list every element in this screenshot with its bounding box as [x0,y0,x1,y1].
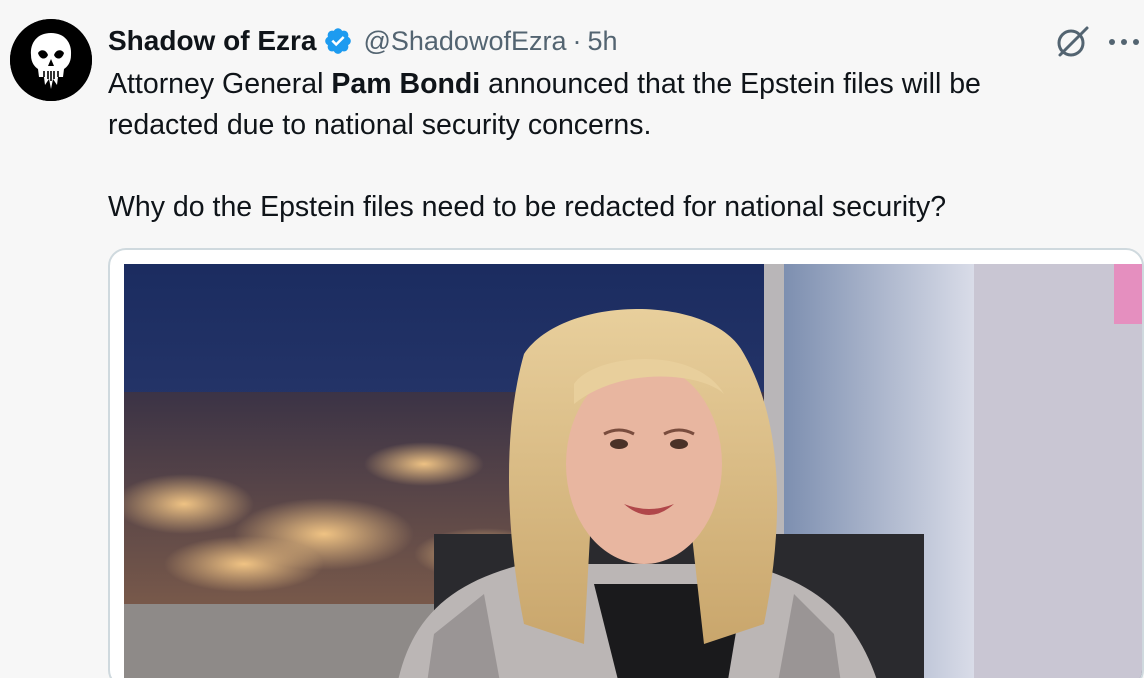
author-handle[interactable]: @ShadowofEzra [363,26,566,57]
author-display-name[interactable]: Shadow of Ezra [108,25,316,57]
video-thumbnail[interactable] [108,248,1144,678]
more-icon[interactable] [1104,22,1144,62]
verified-badge-icon[interactable] [323,26,353,56]
video-image [124,264,1142,678]
tweet-paragraph-2: Why do the Epstein files need to be reda… [108,191,947,223]
tweet-text-prefix: Attorney General [108,68,332,100]
video-frame [124,264,1142,678]
tweet-text-bold-name: Pam Bondi [331,68,481,100]
author-avatar[interactable] [10,19,92,101]
tweet-paragraph-1: Attorney General Pam Bondi announced tha… [108,64,1098,146]
tweet-header: Shadow of Ezra @ShadowofEzra · 5h [108,22,618,60]
timestamp[interactable]: 5h [587,26,617,57]
tweet-text: Attorney General Pam Bondi announced tha… [108,64,1098,228]
dot-separator: · [572,25,582,56]
skull-avatar-icon [10,19,92,101]
grok-icon[interactable] [1052,22,1092,62]
